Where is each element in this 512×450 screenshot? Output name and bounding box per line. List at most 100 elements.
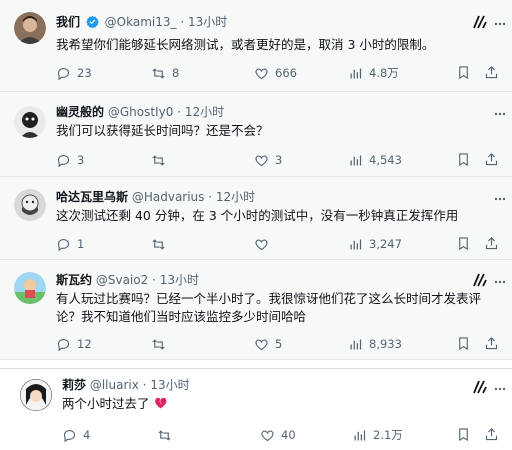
views-icon [350,68,362,78]
separator-dot: · [142,378,147,392]
views-button[interactable]: 2.1万 [352,427,403,443]
repost-icon [158,429,171,441]
reply-count: 4 [83,428,91,442]
repost-button[interactable]: 8 [151,65,179,81]
share-icon[interactable] [484,152,499,167]
like-button[interactable]: 666 [254,65,297,81]
post-1[interactable]: 我们 @Okami13_ · 13小时 我希望你们能够延长网络测试，或者更好的是… [0,0,512,92]
timestamp[interactable]: 13小时 [160,273,199,287]
display-name[interactable]: 哈达瓦里乌斯 [56,190,128,204]
reply-button[interactable]: 1 [56,236,84,252]
repost-icon [152,238,165,250]
handle[interactable]: @Svaio2 [96,273,148,287]
display-name[interactable]: 我们 [56,15,80,29]
like-button[interactable]: 40 [260,427,296,443]
reply-icon [57,238,70,251]
bookmark-icon[interactable] [456,65,471,80]
view-count: 4.8万 [369,66,399,80]
view-count: 4,543 [369,153,402,167]
view-count: 2.1万 [373,428,403,442]
post-text: 这次测试还剩 40 分钟，在 3 个小时的测试中，没有一秒钟真正发挥作用 [56,208,459,223]
timestamp[interactable]: 13小时 [188,15,227,29]
handle[interactable]: @GhostIy0 [108,105,173,119]
like-count: 5 [275,337,283,351]
grok-icon[interactable] [472,272,488,288]
like-count: 666 [275,66,297,80]
reply-icon [57,154,70,167]
repost-button[interactable] [151,336,172,352]
repost-icon [152,154,165,166]
more-options-icon[interactable] [494,383,506,395]
repost-button[interactable] [151,152,172,168]
verified-badge-icon [86,15,99,28]
like-count: 3 [275,153,283,167]
display-name[interactable]: 莉莎 [62,378,86,392]
separator-dot: · [177,105,181,119]
timestamp[interactable]: 12小时 [216,190,255,204]
post-3[interactable]: 哈达瓦里乌斯 @Hadvarius · 12小时 这次测试还剩 40 分钟，在 … [0,177,512,260]
timestamp[interactable]: 13小时 [150,378,189,392]
share-icon[interactable] [484,427,499,442]
more-options-icon[interactable] [494,193,506,205]
views-button[interactable]: 8,933 [348,336,402,352]
reply-button[interactable]: 23 [56,65,92,81]
post-text-line-1: 有人玩过比赛吗？已经一个半小时了。我很惊讶他们花了这么长时间才发表评 [56,291,482,306]
reply-count: 3 [77,153,85,167]
views-button[interactable]: 4,543 [348,152,402,168]
display-name[interactable]: 斯瓦约 [56,273,92,287]
view-count: 3,247 [369,237,402,251]
bookmark-icon[interactable] [456,236,471,251]
reply-count: 12 [77,337,92,351]
views-icon [354,430,366,440]
views-icon [350,239,362,249]
post-5[interactable]: 莉莎 @lluarix · 13小时 两个小时过去了 4 40 2.1万 [0,368,512,450]
bookmark-icon[interactable] [456,152,471,167]
bookmark-icon[interactable] [456,336,471,351]
views-icon [350,339,362,349]
views-button[interactable]: 4.8万 [348,65,399,81]
share-icon[interactable] [484,236,499,251]
avatar[interactable] [20,379,52,411]
reply-icon [57,338,70,351]
grok-icon[interactable] [472,14,488,30]
more-options-icon[interactable] [494,276,506,288]
repost-icon [152,67,165,79]
more-options-icon[interactable] [494,108,506,120]
handle[interactable]: @Hadvarius [132,190,205,204]
post-text: 两个小时过去了 [62,396,150,411]
avatar[interactable] [14,106,46,138]
handle[interactable]: @lluarix [90,378,139,392]
grok-icon[interactable] [472,379,488,395]
reply-button[interactable]: 3 [56,152,84,168]
post-4[interactable]: 斯瓦约 @Svaio2 · 13小时 有人玩过比赛吗？已经一个半小时了。我很惊讶… [0,260,512,360]
timestamp[interactable]: 12小时 [185,105,224,119]
handle[interactable]: @Okami13_ [105,15,177,29]
like-button[interactable]: 5 [254,336,282,352]
like-button[interactable] [254,236,275,252]
reply-count: 1 [77,237,85,251]
like-count: 40 [281,428,296,442]
share-icon[interactable] [484,65,499,80]
heart-icon [255,239,268,250]
share-icon[interactable] [484,336,499,351]
like-button[interactable]: 3 [254,152,282,168]
repost-button[interactable] [157,427,178,443]
more-options-icon[interactable] [494,18,506,30]
avatar[interactable] [14,189,46,221]
reply-icon [57,67,70,80]
repost-button[interactable] [151,236,172,252]
heart-icon [255,68,268,79]
avatar[interactable] [14,272,46,304]
heart-icon [255,339,268,350]
view-count: 8,933 [369,337,402,351]
views-button[interactable]: 3,247 [348,236,402,252]
separator-dot: · [180,15,185,29]
bookmark-icon[interactable] [456,427,471,442]
separator-dot: · [152,273,156,287]
post-2[interactable]: 幽灵般的 @GhostIy0 · 12小时 我们可以获得延长时间吗？还是不会？ … [0,92,512,177]
reply-button[interactable]: 12 [56,336,92,352]
reply-button[interactable]: 4 [62,427,90,443]
avatar[interactable] [14,12,46,44]
reply-icon [63,429,76,442]
display-name[interactable]: 幽灵般的 [56,105,104,119]
